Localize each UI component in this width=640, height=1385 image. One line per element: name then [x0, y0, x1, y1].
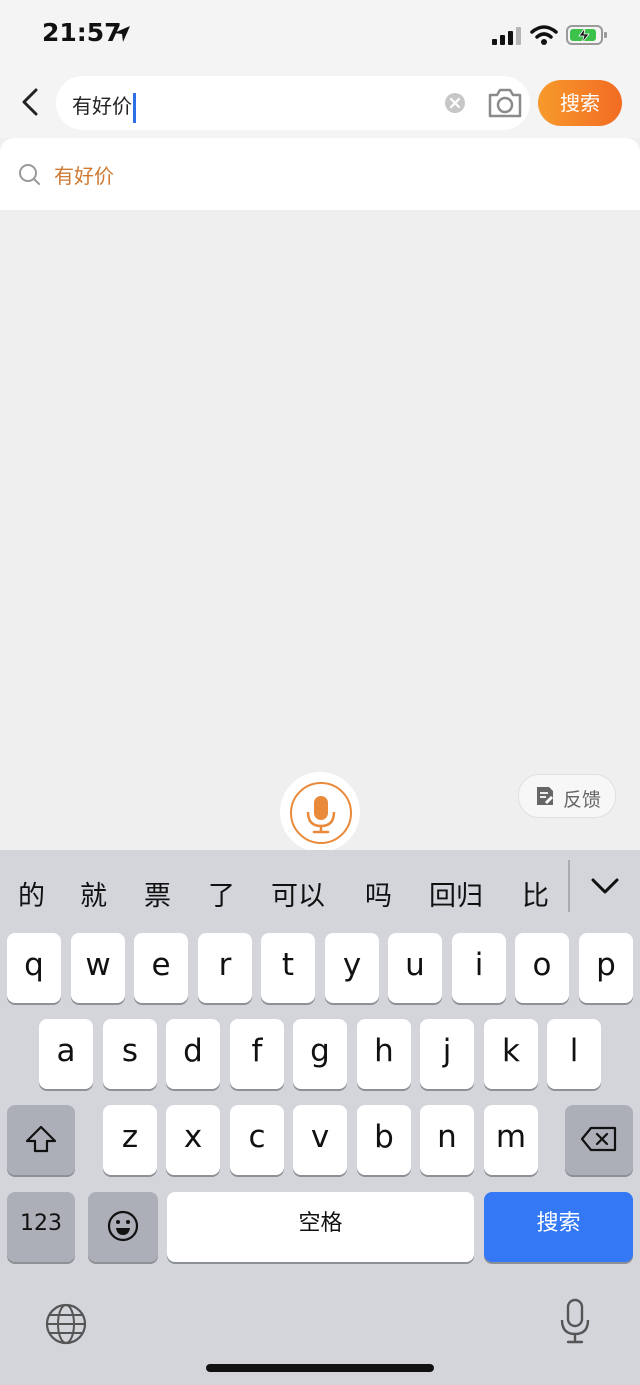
search-icon — [18, 163, 42, 191]
shift-arrow-icon — [25, 1125, 57, 1152]
candidate-word[interactable]: 吗 — [365, 874, 392, 913]
search-input[interactable]: 有好价 — [56, 76, 530, 130]
key-y[interactable]: y — [325, 933, 379, 1003]
backspace-icon — [580, 1126, 617, 1151]
search-return-key[interactable]: 搜索 — [484, 1192, 633, 1262]
delete-key[interactable] — [565, 1105, 633, 1175]
key-w[interactable]: w — [71, 933, 125, 1003]
cellular-signal-icon — [492, 27, 522, 49]
shift-key[interactable] — [7, 1105, 75, 1175]
key-f[interactable]: f — [230, 1019, 284, 1089]
voice-search-button[interactable] — [280, 772, 360, 852]
key-e[interactable]: e — [134, 933, 188, 1003]
key-t[interactable]: t — [261, 933, 315, 1003]
key-k[interactable]: k — [484, 1019, 538, 1089]
key-p[interactable]: p — [579, 933, 633, 1003]
candidate-word[interactable]: 比 — [522, 874, 549, 913]
key-c[interactable]: c — [230, 1105, 284, 1175]
key-j[interactable]: j — [420, 1019, 474, 1089]
back-button[interactable] — [14, 84, 46, 120]
candidate-word[interactable]: 了 — [208, 874, 235, 913]
status-bar: 21:57 — [0, 0, 640, 68]
feedback-note-icon — [535, 785, 555, 811]
key-i[interactable]: i — [452, 933, 506, 1003]
candidate-bar: 的 就 票 了 可以 吗 回归 比 — [0, 850, 640, 930]
key-l[interactable]: l — [547, 1019, 601, 1089]
space-key[interactable]: 空格 — [167, 1192, 474, 1262]
candidate-word[interactable]: 就 — [80, 874, 107, 913]
key-b[interactable]: b — [357, 1105, 411, 1175]
feedback-button[interactable]: 反馈 — [518, 774, 616, 818]
emoji-icon — [107, 1210, 139, 1241]
text-cursor — [133, 92, 136, 123]
location-arrow-icon — [112, 24, 132, 48]
clear-icon[interactable] — [444, 92, 466, 118]
search-button[interactable]: 搜索 — [538, 80, 622, 126]
camera-icon[interactable] — [486, 86, 524, 124]
key-d[interactable]: d — [166, 1019, 220, 1089]
key-n[interactable]: n — [420, 1105, 474, 1175]
key-z[interactable]: z — [103, 1105, 157, 1175]
battery-charging-icon — [566, 24, 608, 50]
candidate-word[interactable]: 可以 — [271, 874, 325, 913]
microphone-icon — [306, 796, 336, 834]
candidate-word[interactable]: 票 — [144, 874, 171, 913]
wifi-icon — [530, 24, 558, 50]
chevron-down-icon[interactable] — [588, 872, 622, 904]
key-x[interactable]: x — [166, 1105, 220, 1175]
key-r[interactable]: r — [198, 933, 252, 1003]
key-h[interactable]: h — [357, 1019, 411, 1089]
candidate-word[interactable]: 的 — [18, 874, 45, 913]
emoji-key[interactable] — [88, 1192, 158, 1262]
voice-search-ring — [290, 782, 352, 844]
key-v[interactable]: v — [293, 1105, 347, 1175]
key-u[interactable]: u — [388, 933, 442, 1003]
status-time: 21:57 — [42, 18, 122, 47]
key-s[interactable]: s — [103, 1019, 157, 1089]
candidate-word[interactable]: 回归 — [429, 874, 483, 913]
key-q[interactable]: q — [7, 933, 61, 1003]
key-o[interactable]: o — [515, 933, 569, 1003]
keyboard: 的 就 票 了 可以 吗 回归 比 q w e r t y u i o p a … — [0, 850, 640, 1385]
numbers-key[interactable]: 123 — [7, 1192, 75, 1262]
search-header: 有好价 搜索 — [0, 68, 640, 138]
suggestion-item[interactable]: 有好价 — [0, 138, 640, 210]
search-query-value: 有好价 — [72, 94, 132, 118]
feedback-label: 反馈 — [563, 789, 602, 811]
home-indicator[interactable] — [206, 1364, 434, 1372]
suggestion-text: 有好价 — [54, 164, 114, 188]
search-query-text: 有好价 — [72, 90, 136, 123]
candidate-divider — [568, 860, 570, 912]
key-g[interactable]: g — [293, 1019, 347, 1089]
key-a[interactable]: a — [39, 1019, 93, 1089]
key-m[interactable]: m — [484, 1105, 538, 1175]
microphone-icon[interactable] — [560, 1298, 590, 1350]
globe-icon[interactable] — [44, 1302, 88, 1350]
